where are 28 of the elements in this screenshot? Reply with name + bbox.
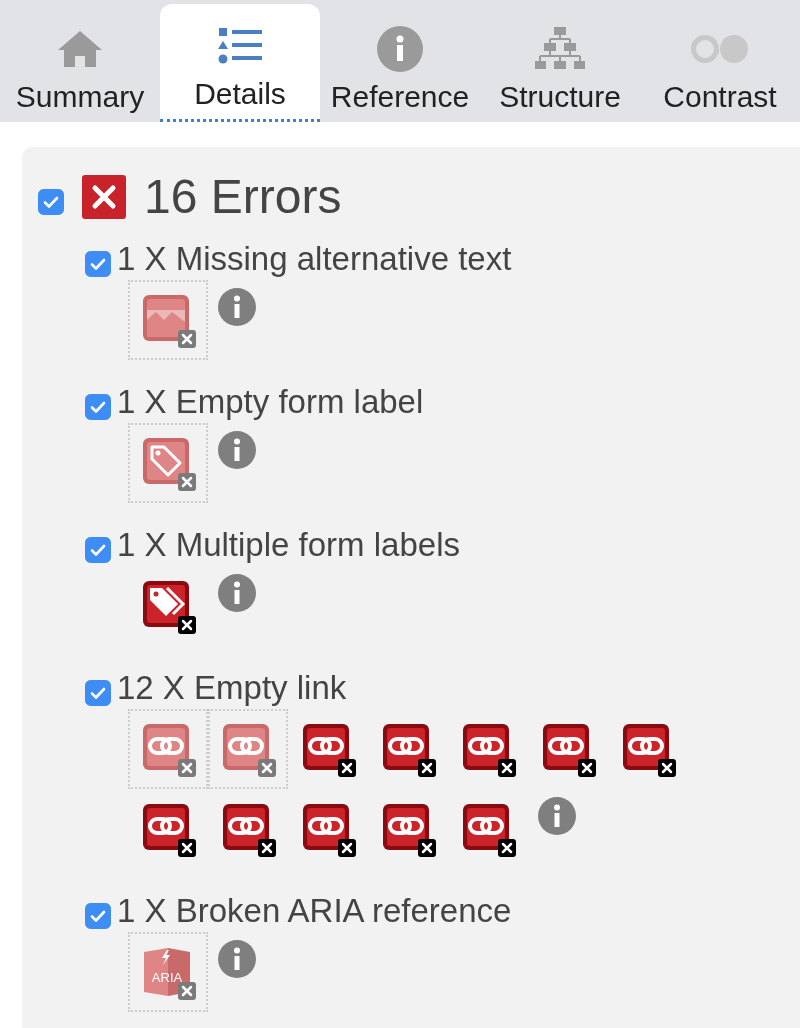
- sitemap-icon: [535, 27, 585, 71]
- checkbox[interactable]: [85, 394, 111, 420]
- error-icon: [82, 174, 126, 219]
- error-type-label: 1 X Multiple form labels: [117, 526, 460, 564]
- error-type-label: 1 X Broken ARIA reference: [117, 892, 512, 930]
- tab[interactable]: Structure: [480, 4, 640, 122]
- tab[interactable]: Details: [160, 4, 320, 122]
- info-icon[interactable]: [218, 940, 256, 978]
- contrast-icon: [690, 34, 750, 64]
- tab[interactable]: Summary: [0, 4, 160, 122]
- info-icon[interactable]: [218, 574, 256, 612]
- tab[interactable]: Reference: [320, 4, 480, 122]
- tab[interactable]: Contrast: [640, 4, 800, 122]
- errors-heading: 16 Errors: [144, 169, 342, 224]
- list-icon: [218, 27, 262, 65]
- checkbox[interactable]: [85, 537, 111, 563]
- home-icon: [57, 29, 103, 69]
- checkbox[interactable]: [38, 188, 64, 215]
- info-icon[interactable]: [218, 288, 256, 326]
- info-icon: [377, 26, 423, 72]
- info-icon[interactable]: [538, 797, 576, 835]
- checkbox[interactable]: [85, 251, 111, 277]
- error-type-label: 12 X Empty link: [117, 669, 347, 707]
- checkbox[interactable]: [85, 903, 111, 929]
- info-icon[interactable]: [218, 431, 256, 469]
- checkbox[interactable]: [85, 680, 111, 706]
- error-type-label: 1 X Empty form label: [117, 383, 424, 421]
- error-type-label: 1 X Missing alternative text: [117, 240, 512, 278]
